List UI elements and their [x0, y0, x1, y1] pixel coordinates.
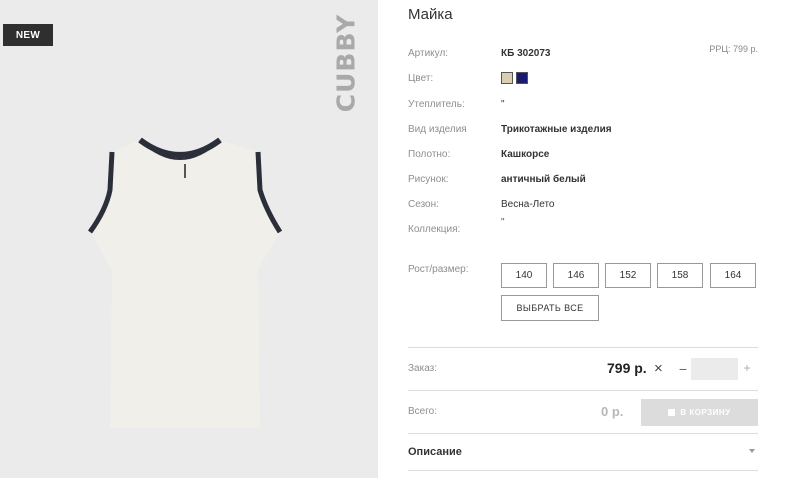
- attr-season-value: Весна-Лето: [501, 198, 555, 210]
- color-swatch-beige[interactable]: [501, 72, 513, 84]
- attr-fabric-value: Кашкорсе: [501, 148, 550, 160]
- attr-article-label: Артикул:: [408, 47, 449, 59]
- divider: [408, 390, 758, 391]
- quantity-decrement-button[interactable]: −: [677, 361, 689, 377]
- attr-collection-label: Коллекция:: [408, 223, 461, 235]
- product-details: Майка РРЦ: 799 р. Артикул: КБ 302073 Цве…: [408, 0, 758, 478]
- attr-collection-value: ": [501, 217, 505, 228]
- attr-fabric-label: Полотно:: [408, 148, 451, 160]
- divider: [408, 347, 758, 348]
- order-price: 799 р.: [607, 360, 647, 376]
- size-button-146[interactable]: 146: [553, 263, 599, 288]
- color-swatch-navy[interactable]: [516, 72, 528, 84]
- attr-type-value: Трикотажные изделия: [501, 123, 612, 135]
- color-swatches: [501, 72, 528, 84]
- add-to-cart-label: В КОРЗИНУ: [680, 408, 731, 417]
- brand-logo: CUBBY: [330, 14, 362, 113]
- order-label: Заказ:: [408, 363, 438, 374]
- attr-pattern-value: античный белый: [501, 173, 586, 185]
- attr-article-value: КБ 302073: [501, 47, 551, 59]
- new-badge: NEW: [3, 24, 53, 46]
- product-image: [87, 137, 283, 428]
- close-icon[interactable]: ×: [654, 360, 663, 377]
- divider: [408, 433, 758, 434]
- add-to-cart-button[interactable]: В КОРЗИНУ: [641, 399, 758, 426]
- lock-icon: [668, 409, 676, 416]
- brand-name: CUBBY: [331, 13, 361, 113]
- attr-insulation-label: Утеплитель:: [408, 98, 465, 110]
- quantity-input[interactable]: [691, 358, 738, 380]
- attr-insulation-value: ": [501, 98, 505, 110]
- attr-type-label: Вид изделия: [408, 123, 467, 135]
- divider: [408, 470, 758, 471]
- size-button-158[interactable]: 158: [657, 263, 703, 288]
- size-button-140[interactable]: 140: [501, 263, 547, 288]
- quantity-increment-button[interactable]: +: [741, 361, 753, 375]
- total-price: 0 р.: [601, 404, 624, 419]
- size-label: Рост/размер:: [408, 264, 469, 275]
- description-toggle[interactable]: Описание: [408, 446, 462, 458]
- product-title: Майка: [408, 6, 453, 23]
- attr-color-label: Цвет:: [408, 72, 434, 84]
- select-all-button[interactable]: ВЫБРАТЬ ВСЕ: [501, 295, 599, 321]
- chevron-down-icon[interactable]: [749, 449, 755, 453]
- attr-season-label: Сезон:: [408, 198, 439, 210]
- size-button-164[interactable]: 164: [710, 263, 756, 288]
- size-button-152[interactable]: 152: [605, 263, 651, 288]
- total-label: Всего:: [408, 406, 437, 417]
- attr-pattern-label: Рисунок:: [408, 173, 449, 185]
- rrp-price: РРЦ: 799 р.: [709, 44, 758, 54]
- product-image-panel[interactable]: NEW CUBBY: [0, 0, 378, 478]
